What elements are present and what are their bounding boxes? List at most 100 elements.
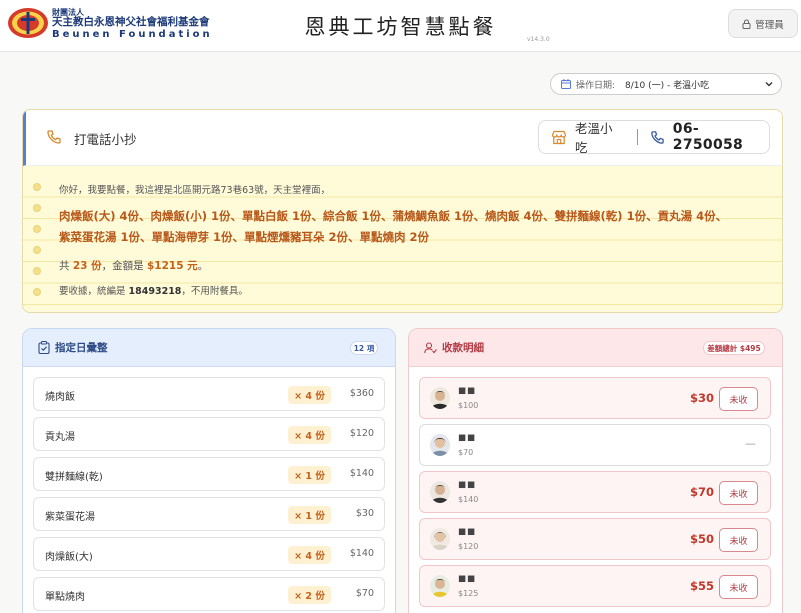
summary-item: 雙拼麵線(乾) × 1 份 $140 [33,457,385,491]
avatar [430,387,450,409]
note-dot [33,183,41,191]
customer-name: ■■ [458,574,477,584]
order-items-line-2: 紫菜蛋花湯 1份、單點海帶芽 1份、單點煙燻豬耳朵 2份、單點燒肉 2份 [59,230,430,244]
avatar [430,575,450,597]
date-select-label: 操作日期: [576,80,616,91]
item-price: $120 [349,428,374,439]
note-dot [33,246,41,254]
item-name: 單點燒肉 [45,592,85,603]
total-count: 23 份 [72,260,102,272]
no-balance-dash: — [745,437,756,450]
order-total-line: 共 23 份，金額是 $1215 元。 [59,258,208,273]
daily-summary-panel: 指定日彙整 12 項 燒肉飯 × 4 份 $360 貢丸湯 × 4 份 $120… [22,328,396,613]
note-dot [33,225,41,233]
note-dot [33,267,41,275]
chevron-down-icon [765,82,773,87]
total-amount: $1215 元 [146,260,198,272]
item-name: 燒肉飯 [45,392,75,403]
phone-icon [47,130,61,144]
phone-note-title: 打電話小抄 [74,132,137,147]
divider [636,129,638,145]
paid-amount: $120 [458,542,479,551]
version-label: v14.3.0 [527,36,550,43]
payment-panel-header: 收款明細 差額總計 $495 [409,329,782,367]
receipt-prefix: 要收據，統編是 [59,286,129,297]
admin-button-label: 管理員 [755,19,784,31]
app-header: 財團法人 天主教白永恩神父社會福利基金會 Beunen Foundation 恩… [0,0,801,52]
summary-panel-title: 指定日彙整 [55,342,108,354]
customer-name: ■■ [458,386,477,396]
due-amount: $50 [689,532,714,546]
note-dot [33,204,41,212]
item-price: $140 [349,468,374,479]
total-suffix: 。 [197,260,209,272]
summary-item: 燒肉飯 × 4 份 $360 [33,377,385,411]
payment-row: ■■ $70 — [419,424,771,466]
total-mid: ，金額是 [101,260,147,272]
item-price: $30 [355,508,374,519]
customer-name: ■■ [458,527,477,537]
store-contact-box: 老溫小吃 06-2750058 [538,120,770,155]
item-count-badge: 12 項 [350,341,378,355]
admin-button[interactable]: 管理員 [728,9,798,38]
item-price: $360 [349,388,374,399]
receipt-line: 要收據，統編是 18493218，不用附餐具。 [59,283,248,297]
item-name: 肉燥飯(大) [45,552,93,563]
item-quantity: × 1 份 [288,506,331,524]
total-prefix: 共 [59,260,73,272]
phone-note-card: 打電話小抄 老溫小吃 06-2750058 你好，我要點餐，我這裡是北區開元路7… [22,109,783,313]
item-quantity: × 4 份 [288,386,331,404]
receipt-suffix: ，不用附餐具。 [181,286,248,297]
operation-date-select[interactable]: 操作日期: 8/10 (一) - 老溫小吃 [550,73,782,95]
uncollected-button[interactable]: 未收 [719,481,758,505]
item-name: 雙拼麵線(乾) [45,472,103,483]
avatar [430,528,450,550]
item-quantity: × 2 份 [288,586,331,604]
customer-name: ■■ [458,480,477,490]
item-name: 紫菜蛋花湯 [45,512,95,523]
payment-details-panel: 收款明細 差額總計 $495 ■■ $100 $30 未收 ■■ $70 — ■… [408,328,783,613]
item-quantity: × 4 份 [288,426,331,444]
avatar [430,481,450,503]
difference-total-badge: 差額總計 $495 [703,341,765,355]
date-select-value: 8/10 (一) - 老溫小吃 [625,80,710,91]
customer-name: ■■ [458,433,477,443]
paid-amount: $70 [458,448,474,457]
store-phone-number[interactable]: 06-2750058 [673,121,769,153]
app-title: 恩典工坊智慧點餐 [304,15,497,39]
calendar-icon [561,79,571,89]
user-check-icon [424,341,437,353]
store-name: 老溫小吃 [574,121,613,155]
summary-item: 紫菜蛋花湯 × 1 份 $30 [33,497,385,531]
summary-item: 單點燒肉 × 2 份 $70 [33,577,385,611]
phone-script-body: 你好，我要點餐，我這裡是北區開元路73巷63號，天主堂裡面， 肉燥飯(大) 4份… [23,166,782,312]
item-name: 貢丸湯 [45,432,75,443]
item-quantity: × 1 份 [288,466,331,484]
uncollected-button[interactable]: 未收 [719,575,758,599]
due-amount: $30 [689,391,714,405]
item-price: $70 [355,588,374,599]
greeting-text: 你好，我要點餐，我這裡是北區開元路73巷63號，天主堂裡面， [59,185,331,196]
payment-row: ■■ $100 $30 未收 [419,377,771,419]
item-price: $140 [349,548,374,559]
phone-icon [651,130,664,144]
note-dot [33,288,41,296]
lock-icon [742,19,751,29]
item-quantity: × 4 份 [288,546,331,564]
uncollected-button[interactable]: 未收 [719,387,758,411]
summary-item: 貢丸湯 × 4 份 $120 [33,417,385,451]
due-amount: $55 [689,579,714,593]
avatar [430,434,450,456]
summary-panel-header: 指定日彙整 12 項 [23,329,395,367]
due-amount: $70 [689,485,714,499]
payment-row: ■■ $125 $55 未收 [419,565,771,607]
tax-id: 18493218 [128,286,182,297]
paid-amount: $100 [458,401,479,410]
phone-note-header: 打電話小抄 老溫小吃 06-2750058 [23,110,782,166]
summary-item: 肉燥飯(大) × 4 份 $140 [33,537,385,571]
uncollected-button[interactable]: 未收 [719,528,758,552]
payment-row: ■■ $140 $70 未收 [419,471,771,513]
payment-panel-title: 收款明細 [442,342,484,354]
paid-amount: $125 [458,589,479,598]
payment-row: ■■ $120 $50 未收 [419,518,771,560]
